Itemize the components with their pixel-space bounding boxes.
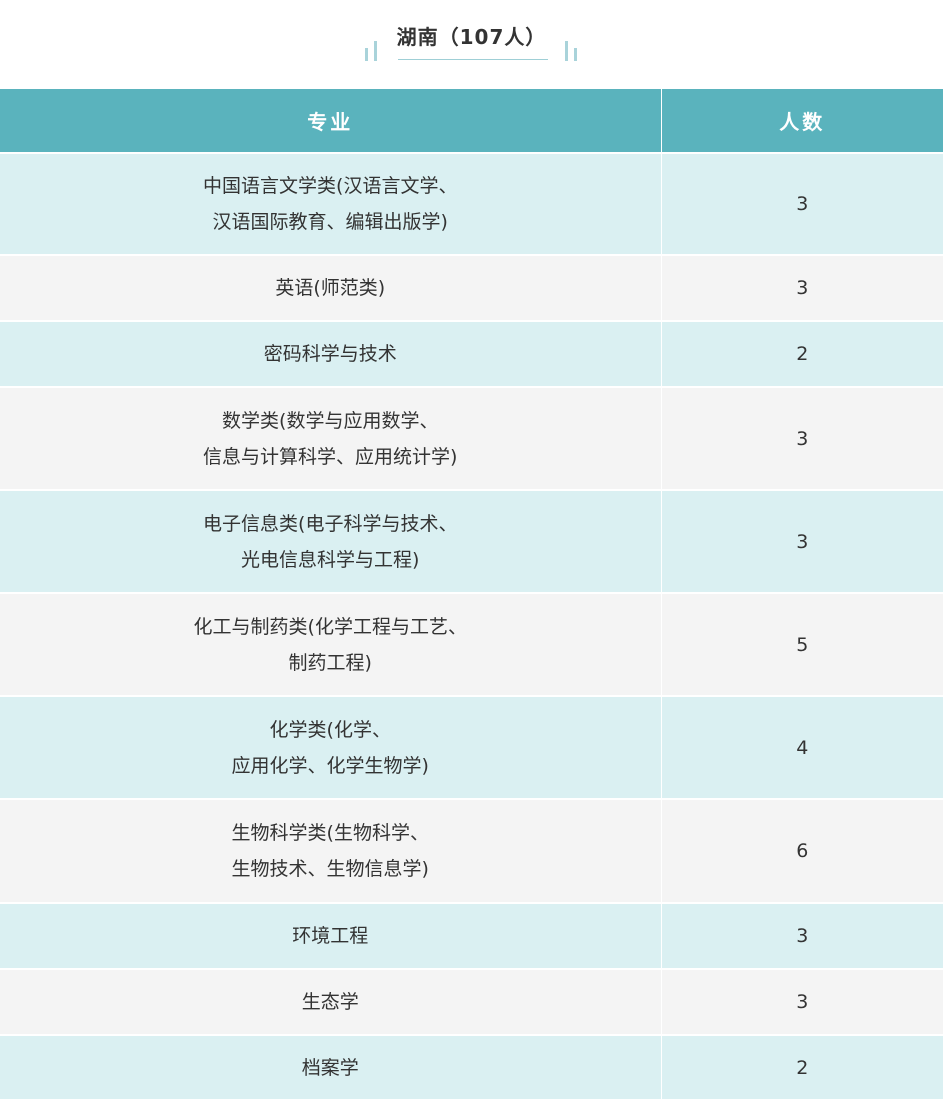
- major-cell: 档案学: [0, 1034, 662, 1099]
- count-cell: 2: [661, 1034, 943, 1099]
- major-cell: 电子信息类(电子科学与技术、 光电信息科学与工程): [0, 489, 662, 593]
- major-cell: 生态学: [0, 968, 662, 1035]
- enrollment-table: 专业 人数 中国语言文学类(汉语言文学、 汉语国际教育、编辑出版学) 3 英语(…: [0, 89, 943, 1099]
- count-cell: 3: [661, 489, 943, 593]
- major-cell: 数学类(数学与应用数学、 信息与计算科学、应用统计学): [0, 386, 662, 490]
- major-cell: 密码科学与技术: [0, 320, 662, 387]
- table-header-row: 专业 人数: [0, 89, 943, 153]
- table-row: 生物科学类(生物科学、 生物技术、生物信息学) 6: [0, 798, 943, 903]
- header-count: 人数: [661, 89, 943, 153]
- title-underline: [398, 59, 548, 60]
- major-cell: 化工与制药类(化学工程与工艺、 制药工程): [0, 592, 662, 696]
- major-cell: 英语(师范类): [0, 254, 662, 321]
- table-row: 电子信息类(电子科学与技术、 光电信息科学与工程) 3: [0, 489, 943, 593]
- major-cell: 生物科学类(生物科学、 生物技术、生物信息学): [0, 798, 662, 903]
- table-row: 化学类(化学、 应用化学、化学生物学) 4: [0, 695, 943, 799]
- decorative-bars-right: [565, 39, 581, 61]
- count-cell: 3: [661, 152, 943, 255]
- table-row: 生态学 3: [0, 968, 943, 1035]
- table-row: 环境工程 3: [0, 902, 943, 969]
- count-cell: 3: [661, 386, 943, 490]
- count-cell: 6: [661, 798, 943, 903]
- major-cell: 中国语言文学类(汉语言文学、 汉语国际教育、编辑出版学): [0, 152, 662, 255]
- major-cell: 环境工程: [0, 902, 662, 969]
- table-row: 数学类(数学与应用数学、 信息与计算科学、应用统计学) 3: [0, 386, 943, 490]
- section-header: 湖南（107人）: [0, 0, 943, 89]
- header-major: 专业: [0, 89, 662, 153]
- table-row: 档案学 2: [0, 1034, 943, 1099]
- major-cell: 化学类(化学、 应用化学、化学生物学): [0, 695, 662, 799]
- table-row: 中国语言文学类(汉语言文学、 汉语国际教育、编辑出版学) 3: [0, 152, 943, 255]
- table-row: 化工与制药类(化学工程与工艺、 制药工程) 5: [0, 592, 943, 696]
- count-cell: 3: [661, 254, 943, 321]
- count-cell: 3: [661, 968, 943, 1035]
- count-cell: 4: [661, 695, 943, 799]
- count-cell: 5: [661, 592, 943, 696]
- count-cell: 2: [661, 320, 943, 387]
- count-cell: 3: [661, 902, 943, 969]
- table-row: 英语(师范类) 3: [0, 254, 943, 321]
- table-row: 密码科学与技术 2: [0, 320, 943, 387]
- page-title: 湖南（107人）: [396, 25, 547, 49]
